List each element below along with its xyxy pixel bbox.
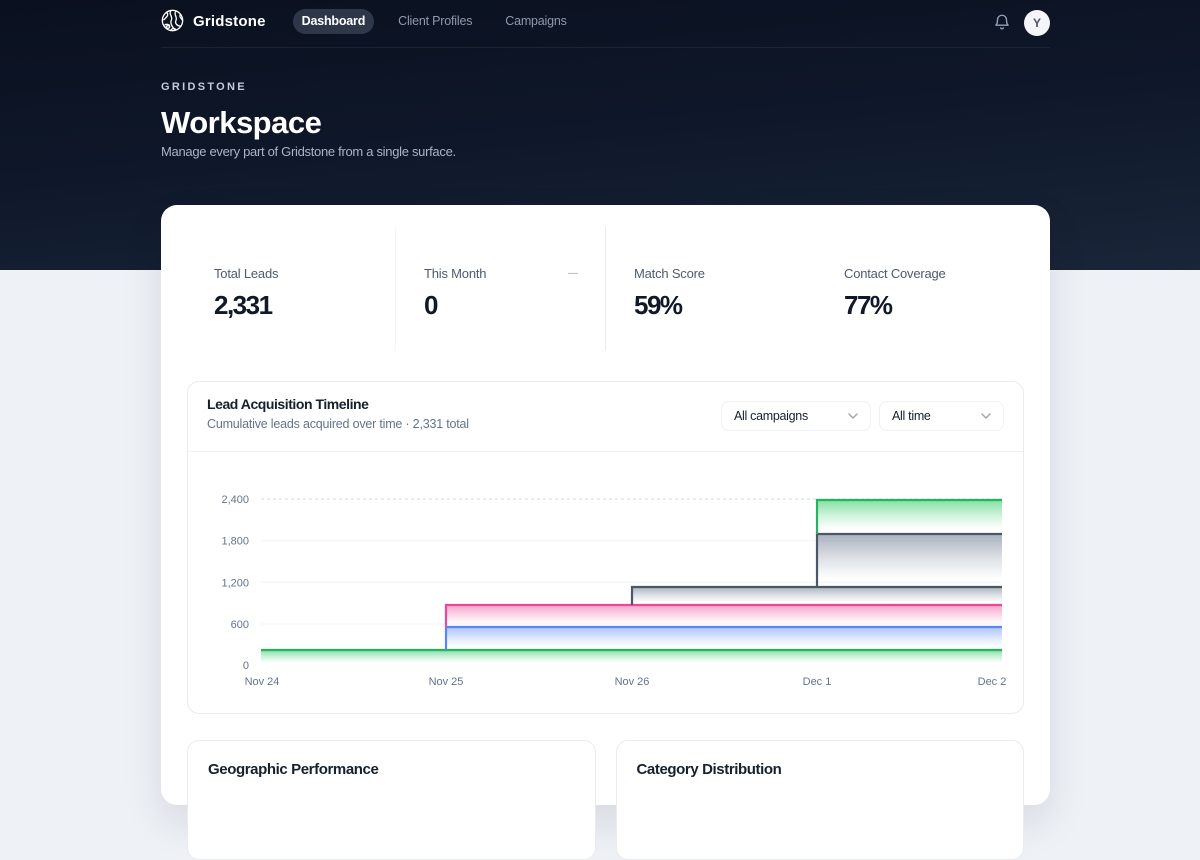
svg-text:Nov 26: Nov 26 (615, 676, 650, 688)
svg-text:Nov 24: Nov 24 (245, 676, 280, 688)
svg-text:2,400: 2,400 (221, 494, 249, 506)
svg-text:1,800: 1,800 (221, 536, 249, 548)
svg-text:1,200: 1,200 (221, 577, 249, 589)
svg-text:0: 0 (243, 660, 249, 672)
svg-text:Dec 1: Dec 1 (803, 676, 832, 688)
svg-text:Dec 2: Dec 2 (978, 676, 1007, 688)
svg-text:Nov 25: Nov 25 (429, 676, 464, 688)
svg-text:600: 600 (231, 619, 249, 631)
